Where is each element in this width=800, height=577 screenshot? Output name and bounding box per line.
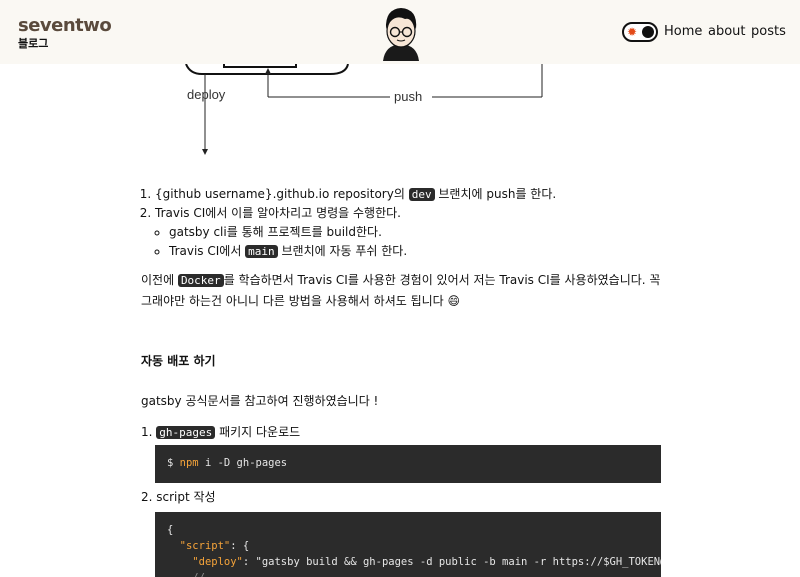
nav-posts[interactable]: posts [751,24,786,39]
sub-list: gatsby cli를 통해 프로젝트를 build한다. Travis CI에… [155,223,661,261]
steps-list: {github username}.github.io repository의 … [141,185,661,261]
deploy-flow-diagram: deploy push [185,64,543,155]
step-text: Travis CI에서 이를 알아차리고 명령을 수행한다. [155,206,401,220]
inline-code: Docker [177,274,224,287]
code-line: : { [230,540,250,552]
step-number: 2. [141,490,157,504]
section-description: gatsby 공식문서를 참고하여 진행하였습니다 ! [141,394,379,408]
code-key: "deploy" [192,556,243,568]
deploy-label: deploy [187,87,226,102]
inline-code: dev [408,188,435,201]
inline-code: main [245,245,278,258]
inline-code: gh-pages [156,426,216,439]
site-header: seventwo 블로그 ✹ Home about posts [0,0,800,64]
brand[interactable]: seventwo 블로그 [18,16,112,51]
step-text: 브랜치에 push를 한다. [434,187,557,201]
step-text: Travis CI에서 [169,244,246,258]
theme-toggle[interactable]: ✹ [622,22,658,42]
step-number: 1. [141,425,157,439]
nav-about[interactable]: about [708,24,746,39]
code-comment: // [192,572,205,577]
script-code-block[interactable]: { "script": { "deploy": "gatsby build &&… [155,512,661,577]
list-item: Travis CI에서 이를 알아차리고 명령을 수행한다. gatsby cl… [155,204,661,261]
toggle-knob [642,26,654,38]
code-key: "script" [179,540,231,552]
code-args: i -D gh-pages [198,457,288,469]
code-line: { [167,524,174,536]
step-text: 패키지 다운로드 [215,425,301,439]
step-text: {github username}.github.io repository의 [155,187,409,201]
install-code-block[interactable]: $ npm i -D gh-pages [155,445,661,483]
sun-icon: ✹ [627,25,638,39]
step-text: gatsby cli를 통해 프로젝트를 build한다. [169,225,382,239]
install-step: 1. gh-pages 패키지 다운로드 [141,423,661,442]
brand-name[interactable]: seventwo [18,16,112,36]
avatar[interactable] [377,5,425,61]
intro-paragraph: 이전에 Docker 를 학습하면서 Travis CI를 사용한 경험이 있어서… [141,270,661,311]
paragraph-text: 이전에 [141,273,178,287]
section-heading: 자동 배포 하기 [141,354,216,368]
step-text: script 작성 [156,490,216,504]
code-prompt: $ [167,457,180,469]
push-label: push [394,89,422,104]
step-text: 브랜치에 자동 푸쉬 한다. [277,244,408,258]
list-item: Travis CI에서 main 브랜치에 자동 푸쉬 한다. [169,242,661,261]
brand-subtitle: 블로그 [18,37,49,50]
steps-section: {github username}.github.io repository의 … [141,185,661,261]
nav-home[interactable]: Home [664,24,702,39]
script-step: 2. script 작성 [141,488,661,507]
list-item: {github username}.github.io repository의 … [155,185,661,204]
code-line: : "gatsby build && gh-pages -d public -b… [242,556,661,568]
list-item: gatsby cli를 통해 프로젝트를 build한다. [169,223,661,242]
code-command: npm [179,457,199,469]
